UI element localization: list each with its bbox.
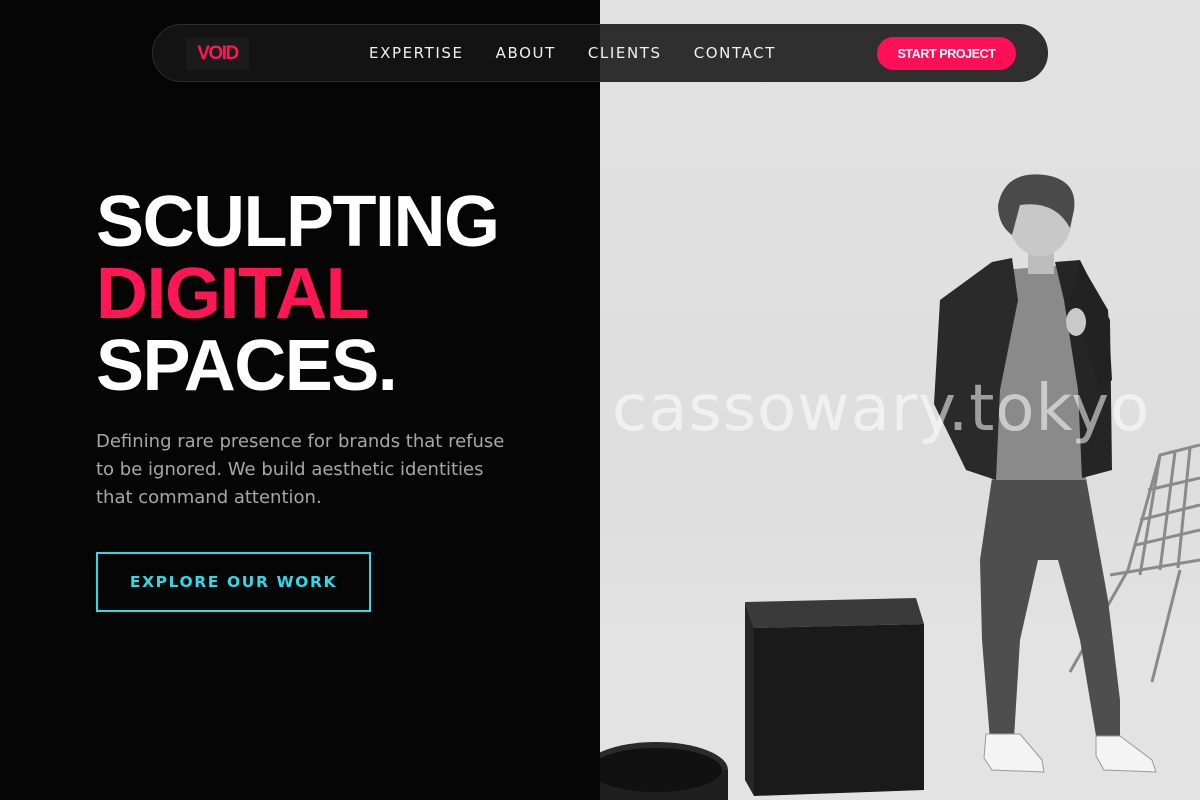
nav-link-clients[interactable]: CLIENTS [588,44,662,62]
hero-subtitle: Defining rare presence for brands that r… [96,431,505,508]
nav-links: EXPERTISE ABOUT CLIENTS CONTACT [369,25,776,81]
brand-logo-text: VOID [197,43,239,64]
nav-link-contact[interactable]: CONTACT [694,44,776,62]
top-navbar: VOID EXPERTISE ABOUT CLIENTS CONTACT STA… [152,24,1048,82]
hero-headline: SCULPTING DIGITAL SPACES. [96,182,500,406]
headline-line-1: SCULPTING [96,182,500,262]
start-project-button[interactable]: START PROJECT [877,37,1016,70]
headline-line-3: SPACES. [96,326,398,406]
brand-logo[interactable]: VOID [186,38,249,70]
headline-line-2: DIGITAL [96,254,370,334]
nav-link-expertise[interactable]: EXPERTISE [369,44,464,62]
explore-work-button[interactable]: EXPLORE OUR WORK [96,552,371,612]
photo-watermark: cassowary.tokyo [612,372,1151,446]
nav-link-about[interactable]: ABOUT [496,44,556,62]
